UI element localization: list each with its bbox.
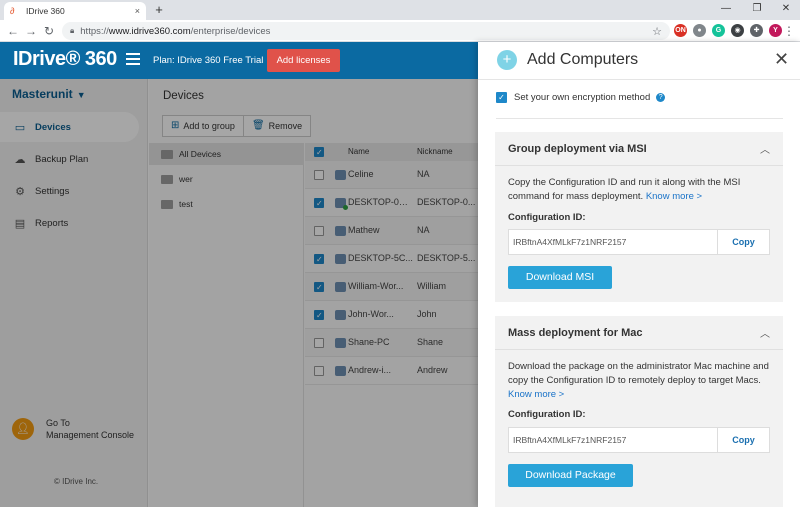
msi-config-label: Configuration ID: <box>508 212 586 223</box>
mac-section: Mass deployment for Mac ︿ Download the p… <box>495 316 783 507</box>
mac-config-field: IRBftnA4XfMLkF7z1NRF2157 Copy <box>508 427 770 453</box>
new-tab-button[interactable]: + <box>151 2 167 18</box>
msi-section-title: Group deployment via MSI <box>508 143 647 155</box>
ext-grammarly-icon[interactable]: G <box>712 24 725 37</box>
modal-backdrop[interactable] <box>0 79 478 507</box>
tab-close-icon[interactable]: × <box>135 6 140 16</box>
add-licenses-button[interactable]: Add licenses <box>267 49 340 72</box>
add-computers-panel: + Add Computers ✕ ✓ Set your own encrypt… <box>478 42 800 507</box>
lock-icon: 🔒︎ <box>70 26 75 35</box>
mac-config-value[interactable]: IRBftnA4XfMLkF7z1NRF2157 <box>509 428 717 452</box>
plus-icon: + <box>497 50 517 70</box>
bookmark-star-icon[interactable]: ☆ <box>652 25 662 38</box>
chevron-up-icon[interactable]: ︿ <box>760 325 770 340</box>
help-icon[interactable]: ? <box>656 93 666 102</box>
hamburger-menu-icon[interactable] <box>126 53 140 65</box>
msi-config-field: IRBftnA4XfMLkF7z1NRF2157 Copy <box>508 229 770 255</box>
msi-know-more-link[interactable]: Know more > <box>646 191 702 202</box>
address-bar: ← → ↻ 🔒︎ https://www.idrive360.com/enter… <box>0 20 800 42</box>
tab-title: IDrive 360 <box>26 6 65 16</box>
mac-description: Download the package on the administrato… <box>508 360 773 402</box>
url-host: www.idrive360.com <box>108 25 191 37</box>
reload-icon[interactable]: ↻ <box>40 22 58 40</box>
chevron-up-icon[interactable]: ︿ <box>760 141 770 156</box>
encryption-option[interactable]: ✓ Set your own encryption method ? <box>496 92 666 103</box>
encryption-label: Set your own encryption method <box>514 92 651 103</box>
msi-description-text: Copy the Configuration ID and run it alo… <box>508 177 741 202</box>
mac-copy-button[interactable]: Copy <box>717 428 769 452</box>
msi-section: Group deployment via MSI ︿ Copy the Conf… <box>495 132 783 302</box>
ext-puzzle-icon[interactable]: ✚ <box>750 24 763 37</box>
window-close-icon[interactable]: ✕ <box>771 0 800 20</box>
mac-description-text: Download the package on the administrato… <box>508 361 769 386</box>
mac-section-header[interactable]: Mass deployment for Mac ︿ <box>495 316 783 350</box>
idrive-logo[interactable]: IDrive® 360 <box>13 48 117 71</box>
encryption-checkbox[interactable]: ✓ <box>496 92 507 103</box>
back-icon[interactable]: ← <box>4 22 22 40</box>
mac-section-title: Mass deployment for Mac <box>508 327 643 339</box>
plan-label: Plan: IDrive 360 Free Trial <box>153 55 264 66</box>
msi-section-header[interactable]: Group deployment via MSI ︿ <box>495 132 783 166</box>
close-icon[interactable]: ✕ <box>774 49 789 69</box>
download-package-button[interactable]: Download Package <box>508 464 633 487</box>
panel-title: Add Computers <box>527 51 639 68</box>
idrive-favicon-icon: ∂ <box>10 6 15 16</box>
ext-red-icon[interactable]: ON <box>674 24 687 37</box>
divider <box>496 118 783 119</box>
ext-dark-icon[interactable]: ◉ <box>731 24 744 37</box>
browser-menu-icon[interactable]: ⋮ <box>780 22 798 40</box>
minimize-icon[interactable]: — <box>711 0 741 20</box>
url-scheme: https:// <box>80 25 109 37</box>
url-input[interactable]: 🔒︎ https://www.idrive360.com/enterprise/… <box>62 22 670 40</box>
browser-tabstrip: ∂ IDrive 360 × + — ❐ ✕ <box>0 0 800 20</box>
url-path: /enterprise/devices <box>190 25 271 37</box>
ext-gray-icon[interactable]: ● <box>693 24 706 37</box>
mac-know-more-link[interactable]: Know more > <box>508 389 564 400</box>
browser-tab[interactable]: ∂ IDrive 360 × <box>4 2 146 20</box>
msi-description: Copy the Configuration ID and run it alo… <box>508 176 773 204</box>
forward-icon[interactable]: → <box>22 22 40 40</box>
msi-copy-button[interactable]: Copy <box>717 230 769 254</box>
mac-config-label: Configuration ID: <box>508 409 586 420</box>
download-msi-button[interactable]: Download MSI <box>508 266 612 289</box>
msi-config-value[interactable]: IRBftnA4XfMLkF7z1NRF2157 <box>509 230 717 254</box>
panel-header: + Add Computers ✕ <box>478 42 800 80</box>
maximize-icon[interactable]: ❐ <box>742 0 772 20</box>
